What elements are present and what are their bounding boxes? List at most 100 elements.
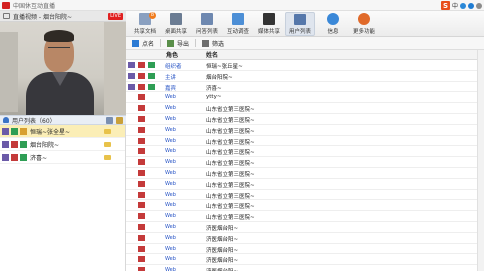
user-role: 嘉宾 — [165, 85, 177, 92]
desktop-share-button[interactable]: 桌面共享 — [161, 12, 191, 36]
user-name: 山东省立第三医院~ — [206, 204, 255, 211]
user-name: 山东省立第三医院~ — [206, 215, 255, 222]
roll-call-button[interactable]: 点名 — [132, 39, 154, 48]
user-list-button[interactable]: 用户列表 — [285, 12, 315, 36]
filter-button[interactable]: 筛选 — [202, 39, 224, 48]
sogou-ime-icon[interactable]: S — [440, 1, 450, 10]
user-name: 山东省立第三医院~ — [206, 193, 255, 200]
monitor-icon — [3, 13, 10, 19]
ime-keyboard-icon[interactable] — [476, 2, 482, 9]
qa-icon — [201, 13, 213, 25]
media-share-button[interactable]: 媒体共享 — [254, 12, 284, 36]
mic-icon — [148, 72, 155, 79]
user-list-item[interactable]: 恒瑞~张全星~ — [0, 125, 125, 138]
user-list-item[interactable]: 济喜~ — [0, 151, 125, 164]
roll-call-label: 点名 — [142, 40, 155, 48]
web-client-tag: Web — [165, 115, 176, 122]
export-button[interactable]: 导出 — [167, 39, 189, 48]
camera-icon — [11, 153, 18, 161]
qa-list-button[interactable]: 问答列表 — [192, 12, 222, 36]
camera-icon — [11, 127, 18, 135]
table-scrollbar[interactable] — [477, 50, 484, 271]
ime-mode-label[interactable]: 中 — [452, 1, 458, 10]
video-panel-header: 直播视频 - 烟台阳院~ LIVE — [0, 11, 126, 22]
more-functions-button[interactable]: 更多功能 — [349, 12, 379, 36]
user-name: 山东省立第三医院~ — [206, 150, 255, 157]
user-name: 山东省立第三医院~ — [206, 182, 255, 189]
user-list-label: 用户列表 — [288, 29, 311, 35]
table-row[interactable]: 主讲 烟台阳院~ — [126, 71, 477, 82]
web-client-tag: Web — [165, 105, 176, 112]
survey-label: 互动调查 — [226, 29, 249, 35]
camera-icon — [138, 148, 145, 155]
table-row[interactable]: Web ytty~ — [126, 92, 477, 104]
table-row[interactable]: Web 山东省立第三医院~ — [126, 211, 477, 222]
pen-icon — [128, 72, 135, 79]
pen-icon — [128, 62, 135, 68]
table-row[interactable]: Web 山东省立第三医院~ — [126, 136, 477, 147]
survey-button[interactable]: 互动调查 — [223, 12, 253, 36]
chat-icon[interactable] — [104, 154, 111, 160]
table-header: 角色 姓名 — [126, 50, 477, 60]
chat-icon[interactable] — [104, 141, 111, 147]
ime-mic-icon[interactable] — [468, 2, 474, 9]
table-row[interactable]: Web 山东省立第三医院~ — [126, 125, 477, 136]
video-feed[interactable] — [0, 22, 126, 115]
user-name: 山东省立第三医院~ — [206, 117, 255, 124]
desktop-icon — [170, 13, 182, 25]
user-settings-icon[interactable] — [106, 117, 113, 124]
user-list-item[interactable]: 烟台阳院~ — [0, 138, 125, 151]
user-sort-icon[interactable] — [116, 117, 123, 124]
user-table: 角色 姓名 组织者 恒瑞~张丘星~ 主讲 烟台阳院~ 嘉宾 济喜~ Web ytty~ Web 山… — [126, 50, 477, 271]
user-name: 济医烟台阳~ — [206, 267, 238, 271]
presenter-glasses — [48, 47, 70, 51]
title-bar: 中国休互动直播 S 中 — [0, 0, 484, 11]
camera-icon — [11, 140, 18, 148]
share-document-button[interactable]: 共享文档 8 — [130, 12, 160, 36]
pen-icon — [128, 83, 135, 90]
web-client-tag: Web — [165, 234, 176, 241]
table-row[interactable]: Web 山东省立第三医院~ — [126, 157, 477, 168]
table-row[interactable]: Web 山东省立第三医院~ — [126, 179, 477, 190]
camera-icon — [138, 223, 145, 230]
table-row[interactable]: Web 山东省立第三医院~ — [126, 190, 477, 201]
role-column-header[interactable]: 角色 — [166, 50, 178, 59]
info-button[interactable]: 信息 — [318, 12, 348, 36]
table-row[interactable]: Web 山东省立第三医院~ — [126, 168, 477, 179]
more-icon — [358, 13, 370, 25]
camera-icon — [138, 105, 145, 112]
user-name: ytty~ — [206, 94, 222, 101]
chat-icon[interactable] — [104, 128, 111, 134]
user-role: 组织者 — [165, 64, 182, 70]
camera-icon — [138, 126, 145, 133]
camera-icon — [138, 213, 145, 220]
web-client-tag: Web — [165, 180, 176, 187]
table-row[interactable]: Web 济医烟台阳~ — [126, 222, 477, 233]
table-row[interactable]: 组织者 恒瑞~张丘星~ — [126, 60, 477, 71]
ime-punctuation-icon[interactable] — [460, 2, 466, 9]
table-row[interactable]: Web 济医烟台阳~ — [126, 265, 477, 271]
share-document-label: 共享文档 — [133, 29, 156, 35]
camera-icon — [138, 159, 145, 166]
name-column-header[interactable]: 姓名 — [206, 50, 218, 59]
user-name: 济医烟台阳~ — [206, 247, 239, 254]
table-row[interactable]: Web 济医烟台阳~ — [126, 254, 477, 266]
table-row[interactable]: Web 山东省立第三医院~ — [126, 146, 477, 158]
camera-icon — [138, 169, 145, 176]
table-row[interactable]: Web 山东省立第三医院~ — [126, 103, 477, 114]
web-client-tag: Web — [165, 256, 176, 263]
table-row[interactable]: Web 山东省立第三医院~ — [126, 200, 477, 212]
table-row[interactable]: Web 济医烟台阳~ — [126, 233, 477, 244]
desktop-share-label: 桌面共享 — [164, 29, 187, 35]
media-share-label: 媒体共享 — [257, 29, 280, 35]
camera-icon — [138, 202, 145, 209]
ime-toolbar[interactable]: S 中 — [440, 1, 482, 10]
camera-icon — [138, 94, 145, 101]
table-row[interactable]: 嘉宾 济喜~ — [126, 82, 477, 93]
table-row[interactable]: Web 山东省立第三医院~ — [126, 114, 477, 125]
info-icon — [327, 13, 339, 25]
mic-icon — [20, 140, 27, 148]
toolbar-divider — [160, 39, 162, 47]
window-title: 中国休互动直播 — [13, 2, 56, 10]
table-row[interactable]: Web 济医烟台阳~ — [126, 244, 477, 255]
